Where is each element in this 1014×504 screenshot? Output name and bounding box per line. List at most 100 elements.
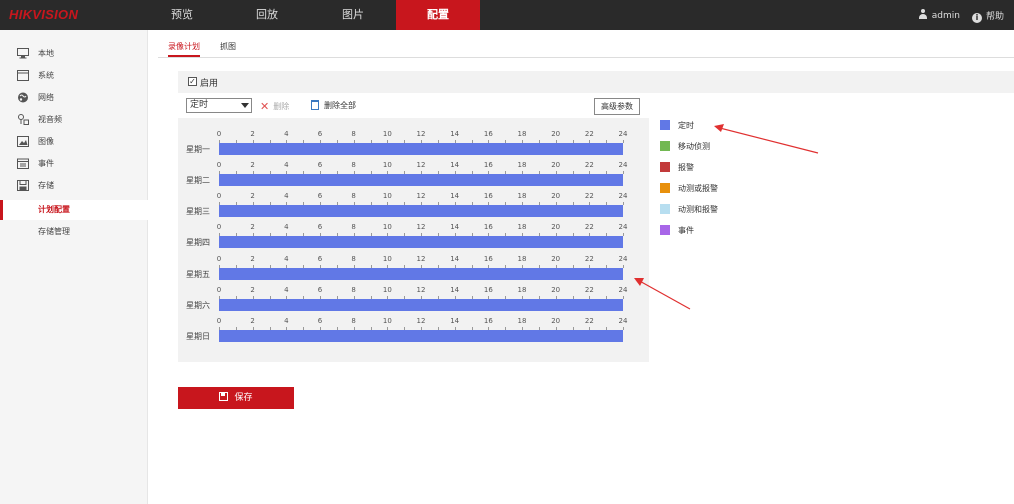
sidebar-item-system[interactable]: 系统 <box>0 66 148 86</box>
legend-label: 定时 <box>678 121 694 130</box>
hour-tick-label: 20 <box>551 317 561 325</box>
hour-tick-label: 18 <box>517 161 527 169</box>
user-menu[interactable]: admin <box>918 9 960 21</box>
help-link[interactable]: i 帮助 <box>971 9 1004 23</box>
day-timeline[interactable] <box>219 174 623 186</box>
legend-swatch <box>660 204 670 214</box>
sidebar-item-schedule-config[interactable]: 计划配置 <box>0 200 148 220</box>
save-button[interactable]: 保存 <box>178 387 294 409</box>
sidebar-item-storage[interactable]: 存储 <box>0 176 148 196</box>
legend-label: 事件 <box>678 226 694 235</box>
day-timeline[interactable] <box>219 299 623 311</box>
day-timeline[interactable] <box>219 268 623 280</box>
hour-tick-label: 8 <box>351 161 356 169</box>
day-label: 星期四 <box>186 238 210 247</box>
hour-tick-label: 22 <box>584 223 594 231</box>
day-timeline[interactable] <box>219 143 623 155</box>
image-icon <box>17 136 29 147</box>
sidebar-item-local[interactable]: 本地 <box>0 44 148 64</box>
hour-tick-label: 12 <box>416 223 426 231</box>
sidebar-item-label: 存储 <box>38 181 54 190</box>
hour-tick-label: 0 <box>216 286 222 294</box>
calendar-icon <box>17 158 29 169</box>
hour-tick-label: 22 <box>584 192 594 200</box>
hour-tick-label: 16 <box>483 286 493 294</box>
day-label: 星期一 <box>186 145 210 154</box>
hour-tick-label: 4 <box>284 255 289 263</box>
hour-tick-label: 16 <box>483 223 493 231</box>
hour-tick-label: 18 <box>517 255 527 263</box>
sidebar-item-storage-management[interactable]: 存储管理 <box>0 222 148 242</box>
hour-tick-label: 22 <box>584 161 594 169</box>
legend-label: 移动侦测 <box>678 142 710 151</box>
hour-tick-label: 20 <box>551 161 561 169</box>
hour-tick-label: 2 <box>250 192 255 200</box>
hour-tick-label: 6 <box>317 161 323 169</box>
schedule-segment[interactable] <box>219 205 623 217</box>
sidebar-item-label: 网络 <box>38 93 54 102</box>
sidebar-item-image[interactable]: 图像 <box>0 132 148 152</box>
advanced-params-button[interactable]: 高级参数 <box>594 98 640 115</box>
help-label: 帮助 <box>985 12 1004 22</box>
legend-label: 动测和报警 <box>678 205 718 214</box>
hour-tick-label: 14 <box>450 255 460 263</box>
user-icon <box>918 9 928 19</box>
record-type-select[interactable]: 定时 <box>186 98 252 113</box>
globe-icon <box>18 92 28 103</box>
hour-tick-label: 6 <box>317 130 323 138</box>
delete-button[interactable]: ✕ 删除 <box>260 100 289 113</box>
hour-tick-label: 4 <box>284 317 289 325</box>
top-bar: HIKVISION 预览 回放 图片 配置 admin i 帮助 <box>0 0 1014 30</box>
hour-tick-label: 12 <box>416 286 426 294</box>
schedule-segment[interactable] <box>219 143 623 155</box>
hour-tick-label: 8 <box>351 192 356 200</box>
hour-tick-label: 14 <box>450 130 460 138</box>
legend-swatch <box>660 225 670 235</box>
schedule-segment[interactable] <box>219 330 623 342</box>
hour-tick-label: 2 <box>250 130 255 138</box>
sidebar-item-audio-video[interactable]: 视音频 <box>0 110 148 130</box>
hour-tick-label: 14 <box>450 223 460 231</box>
hour-tick-label: 8 <box>351 286 356 294</box>
schedule-segment[interactable] <box>219 268 623 280</box>
enable-row: ✓ 启用 <box>178 71 1014 93</box>
sidebar-item-label: 存储管理 <box>38 227 70 236</box>
day-timeline[interactable] <box>219 205 623 217</box>
sidebar-item-event[interactable]: 事件 <box>0 154 148 174</box>
sidebar-item-network[interactable]: 网络 <box>0 88 148 108</box>
day-label: 星期日 <box>186 332 210 341</box>
hour-tick-label: 0 <box>216 255 222 263</box>
schedule-segment[interactable] <box>219 236 623 248</box>
hour-tick-label: 4 <box>284 130 289 138</box>
schedule-segment[interactable] <box>219 174 623 186</box>
hour-tick-label: 18 <box>517 223 527 231</box>
schedule-segment[interactable] <box>219 299 623 311</box>
nav-playback[interactable]: 回放 <box>225 0 309 30</box>
nav-preview[interactable]: 预览 <box>140 0 224 30</box>
audio-video-icon <box>18 114 29 125</box>
day-timeline[interactable] <box>219 236 623 248</box>
hour-tick-label: 10 <box>382 255 392 263</box>
nav-configuration[interactable]: 配置 <box>396 0 480 30</box>
day-timeline[interactable] <box>219 330 623 342</box>
trash-icon <box>311 100 319 110</box>
hour-tick-label: 8 <box>351 255 356 263</box>
hour-tick-mark <box>623 265 624 268</box>
save-label: 保存 <box>234 393 253 403</box>
delete-all-button[interactable]: 删除全部 <box>311 100 356 111</box>
hour-tick-label: 14 <box>450 192 460 200</box>
nav-picture[interactable]: 图片 <box>311 0 395 30</box>
hour-tick-label: 18 <box>517 130 527 138</box>
floppy-icon <box>219 392 229 401</box>
tab-record-schedule[interactable]: 录像计划 <box>168 38 200 57</box>
storage-icon <box>17 180 29 191</box>
day-label: 星期二 <box>186 176 210 185</box>
hour-tick-label: 24 <box>618 223 628 231</box>
system-icon <box>17 70 29 81</box>
hour-tick-label: 20 <box>551 223 561 231</box>
hour-tick-label: 16 <box>483 317 493 325</box>
tab-capture[interactable]: 抓图 <box>220 38 236 57</box>
hour-tick-label: 2 <box>250 161 255 169</box>
enable-checkbox[interactable]: ✓ <box>188 77 197 86</box>
hour-tick-label: 6 <box>317 286 323 294</box>
